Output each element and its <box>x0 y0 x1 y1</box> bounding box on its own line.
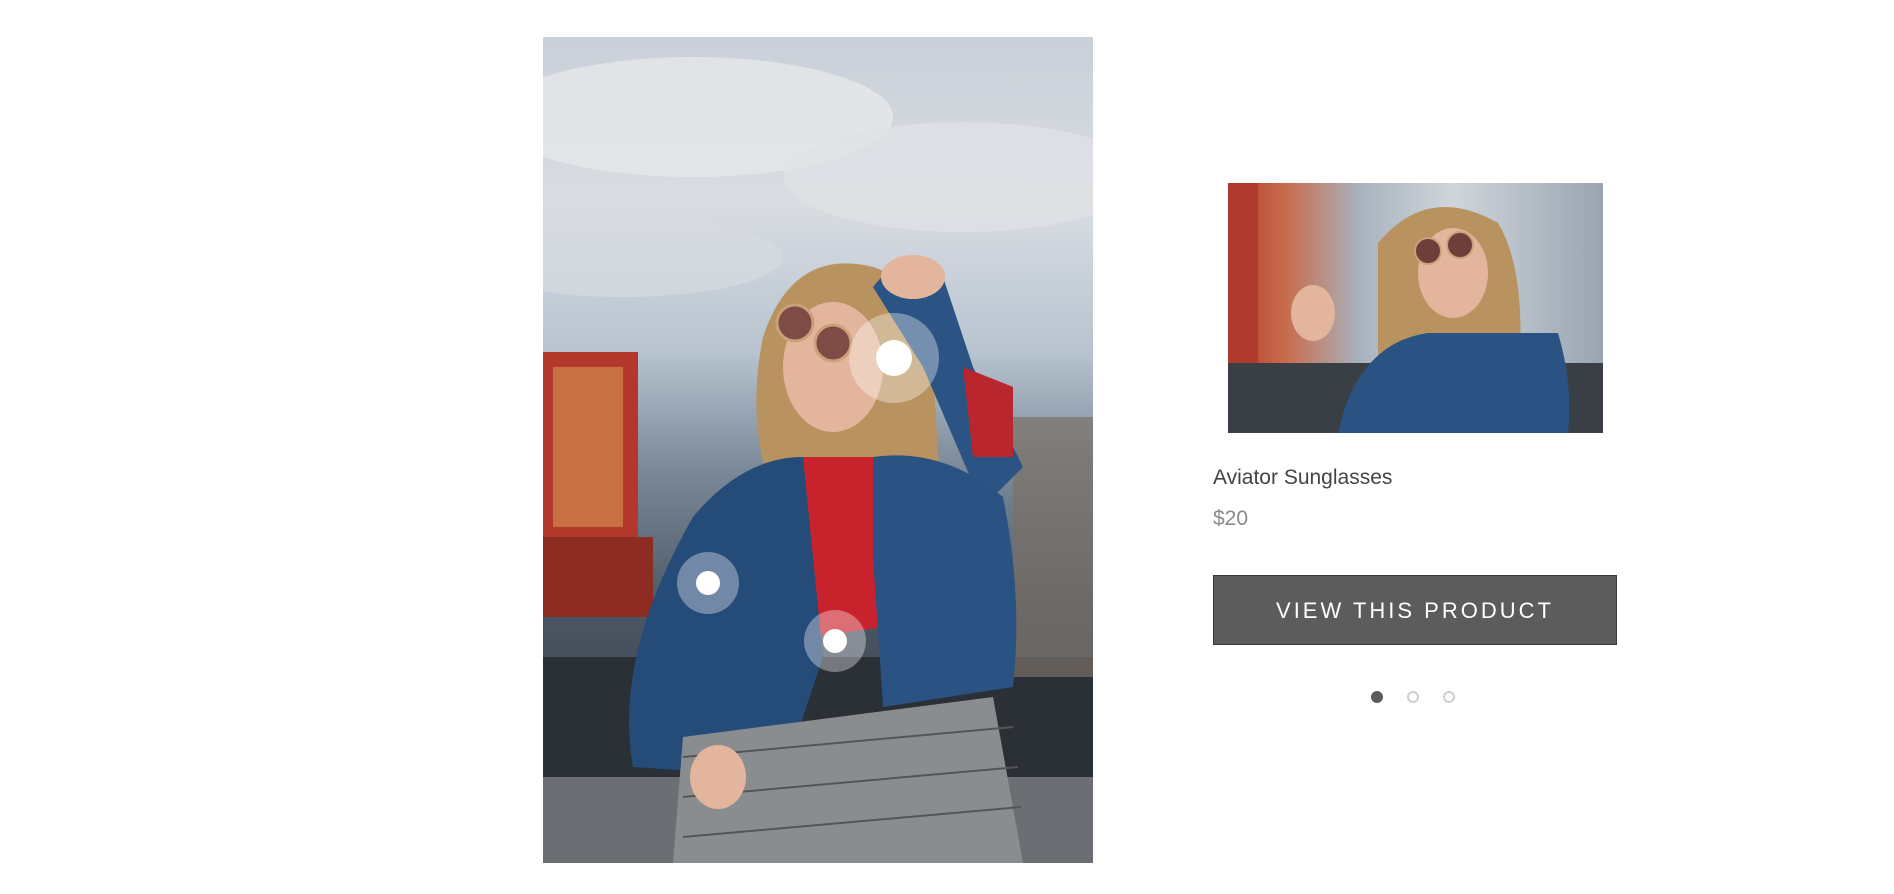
hotspot-dot <box>876 340 912 376</box>
product-illustration <box>1228 183 1603 433</box>
hotspot-dot <box>823 629 847 653</box>
hotspot-dot <box>696 571 720 595</box>
pager-dot-3[interactable] <box>1443 691 1455 703</box>
view-product-button[interactable]: VIEW THIS PRODUCT <box>1213 575 1617 645</box>
product-image[interactable] <box>1228 183 1603 433</box>
product-price: $20 <box>1213 507 1249 530</box>
hotspot-sunglasses[interactable] <box>849 313 939 403</box>
pager-dot-1[interactable] <box>1371 691 1383 703</box>
hotspot-jacket[interactable] <box>677 552 739 614</box>
product-title[interactable]: Aviator Sunglasses <box>1213 466 1392 490</box>
lookbook-illustration <box>543 57 1093 863</box>
lookbook-image <box>543 37 1093 863</box>
pager-dot-2[interactable] <box>1407 691 1419 703</box>
hotspot-top[interactable] <box>804 610 866 672</box>
